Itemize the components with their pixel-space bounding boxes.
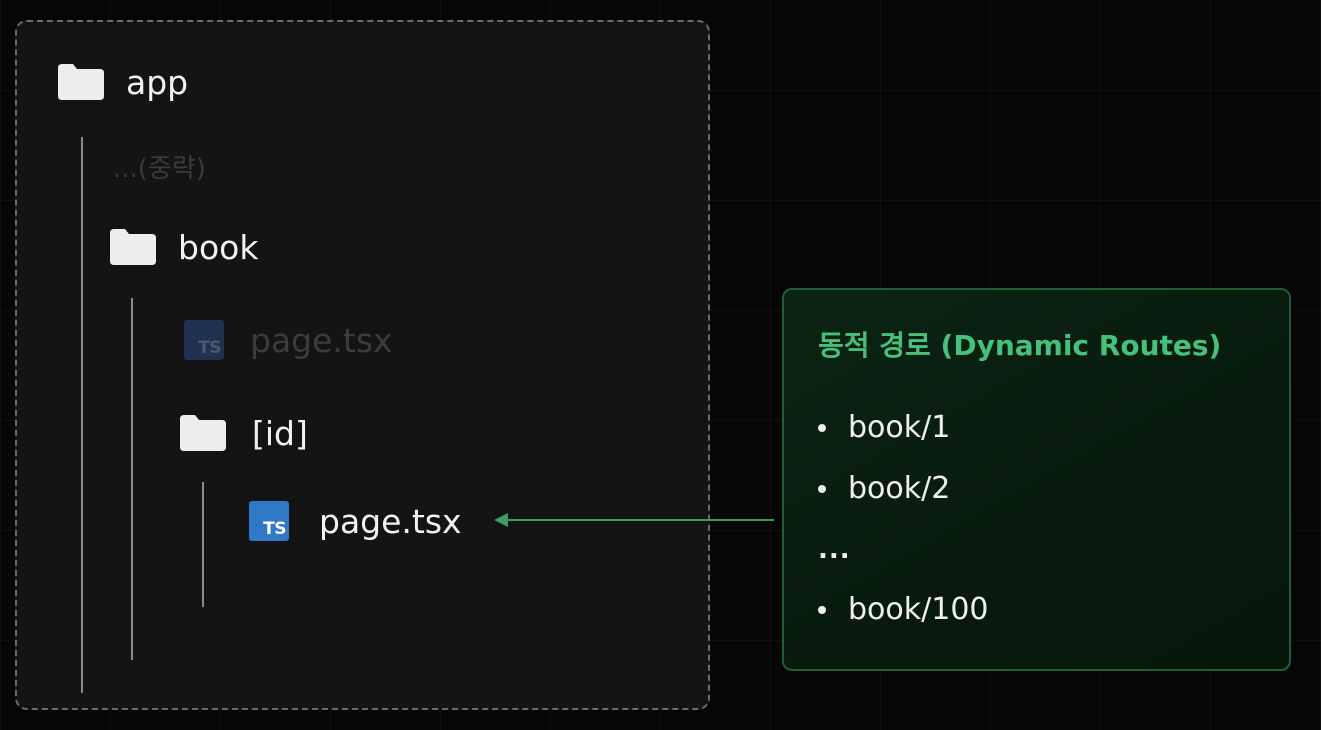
bullet-icon	[818, 423, 826, 432]
route-list-item: book/2	[818, 471, 950, 506]
routes-ellipsis: ...	[818, 535, 851, 565]
dynamic-routes-card: 동적 경로 (Dynamic Routes) book/1 book/2 ...…	[782, 288, 1291, 671]
bullet-icon	[818, 484, 826, 493]
routes-title: 동적 경로 (Dynamic Routes)	[818, 329, 1222, 362]
route-label: book/2	[848, 471, 951, 506]
diagram-stage: app ...(중략) book TS page.tsx [id] TS pag	[0, 0, 1321, 730]
route-label: book/100	[848, 592, 989, 627]
route-label: book/1	[848, 410, 951, 445]
route-list-item: book/100	[818, 592, 989, 627]
bullet-icon	[818, 605, 826, 614]
route-list-item: book/1	[818, 410, 950, 445]
